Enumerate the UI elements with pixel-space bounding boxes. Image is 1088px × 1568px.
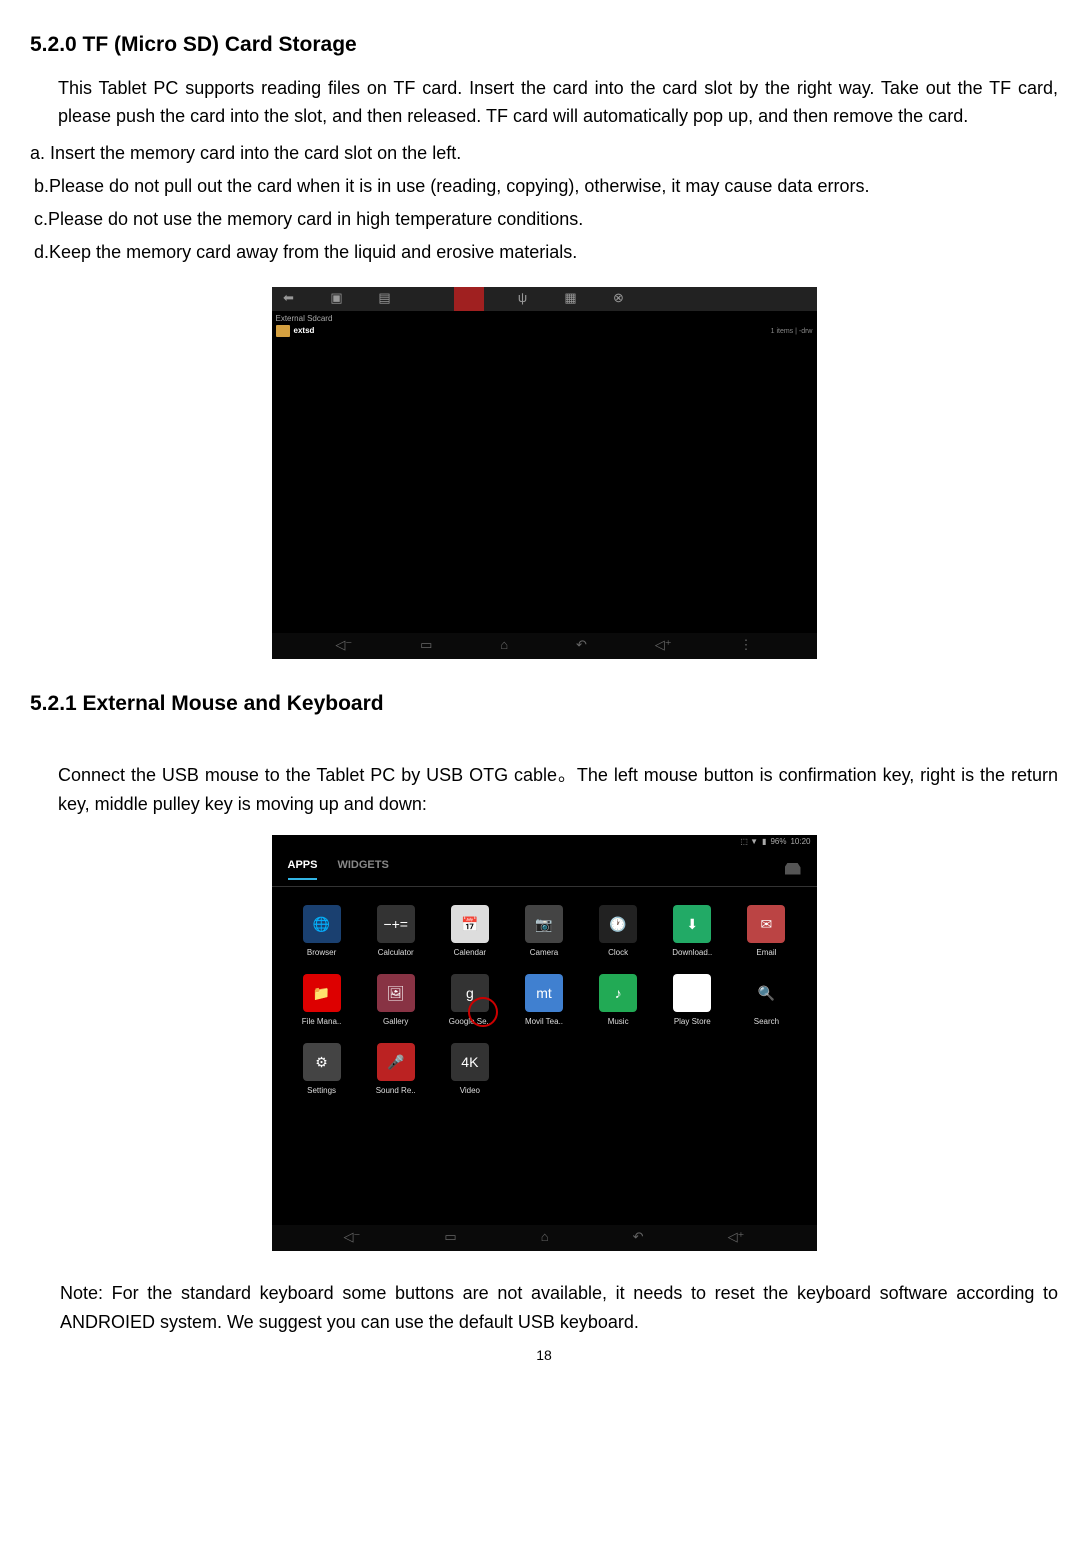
app-browser[interactable]: 🌐 Browser: [288, 905, 356, 960]
screenshot-2-container: ⬚ ▼ ▮ 96% 10:20 APPS WIDGETS 🌐 Browser −+=…: [30, 835, 1058, 1251]
android-nav-bar: ◁⁻ ▭ ⌂ ↶ ◁⁺ ⋮: [272, 633, 817, 659]
app-calendar[interactable]: 📅 Calendar: [436, 905, 504, 960]
mouse-cursor-indicator: [468, 997, 498, 1027]
back-arrow-icon[interactable]: ⬅: [280, 290, 298, 308]
app-label: Movil Tea..: [525, 1016, 563, 1029]
file-toolbar: ⬅ ▣ ▤ ψ ▦ ⊗: [272, 287, 817, 311]
section-520-intro: This Tablet PC supports reading files on…: [58, 74, 1058, 132]
app-download[interactable]: ⬇ Download..: [658, 905, 726, 960]
app-label: Search: [754, 1016, 779, 1029]
app-filemana[interactable]: 📁 File Mana..: [288, 974, 356, 1029]
app-icon: 📷: [525, 905, 563, 943]
app-search[interactable]: 🔍 Search: [732, 974, 800, 1029]
folder-icon: [276, 325, 290, 337]
app-settings[interactable]: ⚙ Settings: [288, 1043, 356, 1098]
app-label: Email: [756, 947, 776, 960]
app-label: Calendar: [454, 947, 486, 960]
app-clock[interactable]: 🕐 Clock: [584, 905, 652, 960]
app-icon: 4K: [451, 1043, 489, 1081]
home-icon[interactable]: ⌂: [541, 1227, 549, 1248]
folder-row[interactable]: extsd 1 items | -drw: [276, 325, 813, 338]
app-icon: ♪: [599, 974, 637, 1012]
app-soundre[interactable]: 🎤 Sound Re..: [362, 1043, 430, 1098]
app-label: Music: [608, 1016, 629, 1029]
list-item-c: c.Please do not use the memory card in h…: [34, 205, 1058, 234]
close-round-icon[interactable]: ⊗: [610, 290, 628, 308]
vol-up-icon[interactable]: ◁⁺: [728, 1227, 745, 1248]
section-521-title: 5.2.1 External Mouse and Keyboard: [30, 687, 1058, 721]
status-icons: ⬚ ▼: [740, 836, 758, 849]
tabs-row: APPS WIDGETS: [272, 851, 817, 888]
app-camera[interactable]: 📷 Camera: [510, 905, 578, 960]
app-gallery[interactable]: 🖼 Gallery: [362, 974, 430, 1029]
app-icon: 🖼: [377, 974, 415, 1012]
app-icon: −+=: [377, 905, 415, 943]
tab-widgets[interactable]: WIDGETS: [337, 857, 388, 881]
app-icon: 🌐: [303, 905, 341, 943]
status-bar: ⬚ ▼ ▮ 96% 10:20: [272, 835, 817, 851]
app-label: Browser: [307, 947, 336, 960]
note-text: Note: For the standard keyboard some but…: [60, 1279, 1058, 1337]
pic-icon[interactable]: ▦: [562, 290, 580, 308]
app-label: Video: [460, 1085, 480, 1098]
app-moviltea[interactable]: mt Movil Tea..: [510, 974, 578, 1029]
apps-drawer-screenshot: ⬚ ▼ ▮ 96% 10:20 APPS WIDGETS 🌐 Browser −+=…: [272, 835, 817, 1251]
app-icon: ▶: [673, 974, 711, 1012]
vol-down-icon[interactable]: ◁⁻: [335, 635, 352, 656]
app-label: Calculator: [378, 947, 414, 960]
folder-info: 1 items | -drw: [771, 326, 813, 337]
app-label: Clock: [608, 947, 628, 960]
list-item-b: b.Please do not pull out the card when i…: [34, 172, 1058, 201]
battery-percent: 96%: [770, 836, 786, 849]
shop-icon[interactable]: [785, 863, 801, 875]
recent-icon[interactable]: ▭: [420, 635, 432, 656]
recent-icon[interactable]: ▭: [444, 1227, 456, 1248]
app-music[interactable]: ♪ Music: [584, 974, 652, 1029]
app-label: Camera: [530, 947, 558, 960]
back-icon[interactable]: ↶: [576, 635, 587, 656]
app-calculator[interactable]: −+= Calculator: [362, 905, 430, 960]
red-tab-icon[interactable]: [454, 287, 484, 311]
back-icon[interactable]: ↶: [633, 1227, 644, 1248]
app-icon: ✉: [747, 905, 785, 943]
app-email[interactable]: ✉ Email: [732, 905, 800, 960]
sd-icon[interactable]: ▤: [376, 290, 394, 308]
app-video[interactable]: 4K Video: [436, 1043, 504, 1098]
ext-icon[interactable]: ▣: [328, 290, 346, 308]
app-label: Gallery: [383, 1016, 408, 1029]
screenshot-1-container: ⬅ ▣ ▤ ψ ▦ ⊗ External Sdcard extsd 1 item…: [30, 282, 1058, 658]
app-icon: 📁: [303, 974, 341, 1012]
file-manager-screenshot: ⬅ ▣ ▤ ψ ▦ ⊗ External Sdcard extsd 1 item…: [272, 287, 817, 659]
home-icon[interactable]: ⌂: [500, 635, 508, 656]
vol-up-icon[interactable]: ◁⁺: [655, 635, 672, 656]
folder-name: extsd: [294, 325, 315, 338]
app-label: Download..: [672, 947, 712, 960]
section-520-title: 5.2.0 TF (Micro SD) Card Storage: [30, 28, 1058, 62]
app-icon: 🔍: [747, 974, 785, 1012]
battery-icon: ▮: [762, 836, 766, 849]
app-icon: mt: [525, 974, 563, 1012]
app-icon: ⚙: [303, 1043, 341, 1081]
app-label: Play Store: [674, 1016, 711, 1029]
app-playstore[interactable]: ▶ Play Store: [658, 974, 726, 1029]
app-icon: 📅: [451, 905, 489, 943]
breadcrumb-label: External Sdcard: [276, 313, 333, 326]
android-nav-bar-2: ◁⁻ ▭ ⌂ ↶ ◁⁺: [272, 1225, 817, 1251]
app-label: File Mana..: [302, 1016, 342, 1029]
app-label: Sound Re..: [376, 1085, 416, 1098]
section-521-intro: Connect the USB mouse to the Tablet PC b…: [58, 761, 1058, 819]
app-icon: 🕐: [599, 905, 637, 943]
list-item-a: a. Insert the memory card into the card …: [30, 139, 1058, 168]
app-label: Settings: [307, 1085, 336, 1098]
app-icon: ⬇: [673, 905, 711, 943]
app-icon: 🎤: [377, 1043, 415, 1081]
apps-grid: 🌐 Browser −+= Calculator 📅 Calendar 📷 Camera 🕐 Cl…: [272, 887, 817, 1115]
page-number: 18: [30, 1344, 1058, 1366]
list-item-d: d.Keep the memory card away from the liq…: [34, 238, 1058, 267]
usb-icon[interactable]: ψ: [514, 290, 532, 308]
vol-down-icon[interactable]: ◁⁻: [344, 1227, 361, 1248]
clock-time: 10:20: [790, 836, 810, 849]
menu-icon[interactable]: ⋮: [740, 635, 753, 656]
tab-apps[interactable]: APPS: [288, 857, 318, 881]
